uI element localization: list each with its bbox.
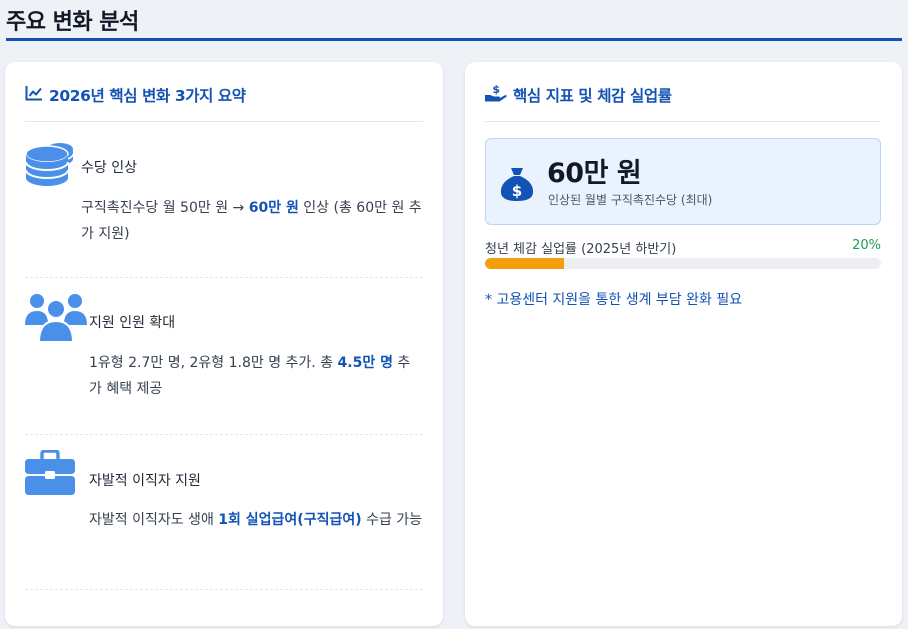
highlight-value: 60만 원 <box>248 200 299 216</box>
allowance-stat-box: $ 60만 원 인상된 월별 구직촉진수당 (최대) <box>485 138 881 225</box>
summary-item-description: 1유형 2.7만 명, 2유형 1.8만 명 추가. 총 4.5만 명 추가 혜… <box>89 355 411 397</box>
summary-item-recipients: 지원 인원 확대 1유형 2.7만 명, 2유형 1.8만 명 추가. 총 4.… <box>25 292 423 432</box>
highlight-value: 4.5만 명 <box>337 355 393 371</box>
chart-line-icon <box>25 85 43 105</box>
summary-heading: 2026년 핵심 변화 3가지 요약 <box>25 84 425 106</box>
users-icon <box>25 292 87 346</box>
summary-item-name: 자발적 이직자 지원 <box>89 473 201 489</box>
title-divider <box>6 38 902 41</box>
footnote: * 고용센터 지원을 통한 생계 부담 완화 필요 <box>485 292 743 308</box>
money-bag-icon: $ <box>500 167 534 205</box>
indicators-heading-text: 핵심 지표 및 체감 실업률 <box>513 87 672 105</box>
progress-value: 20% <box>852 238 881 253</box>
page-title: 주요 변화 분석 <box>6 10 139 35</box>
progress-bar <box>485 258 881 269</box>
svg-text:$: $ <box>492 84 499 96</box>
summary-item-name: 지원 인원 확대 <box>89 315 176 331</box>
item-divider <box>25 277 423 278</box>
svg-text:$: $ <box>512 182 522 200</box>
summary-item-description: 구직촉진수당 월 50만 원 → 60만 원 인상 (총 60만 원 추가 지원… <box>81 200 422 242</box>
indicators-heading: $ 핵심 지표 및 체감 실업률 <box>485 83 881 106</box>
summary-heading-text: 2026년 핵심 변화 3가지 요약 <box>49 87 246 105</box>
progress-label: 청년 체감 실업률 (2025년 하반기) <box>485 242 677 257</box>
hand-holding-dollar-icon: $ <box>485 83 507 106</box>
summary-item-allowance: 수당 인상 구직촉진수당 월 50만 원 → 60만 원 인상 (총 60만 원… <box>25 137 423 267</box>
indicators-card: $ 핵심 지표 및 체감 실업률 $ 60만 원 인상된 월별 구직촉진수당 (… <box>465 62 902 626</box>
highlight-value: 1회 실업급여(구직급여) <box>218 512 362 528</box>
summary-card: 2026년 핵심 변화 3가지 요약 수당 인상 구직촉진수당 월 50만 원 … <box>5 62 443 626</box>
summary-heading-divider <box>25 121 423 122</box>
stat-label: 인상된 월별 구직촉진수당 (최대) <box>548 193 713 207</box>
indicators-heading-divider <box>485 121 881 122</box>
stat-value: 60만 원 <box>547 158 642 189</box>
progress-bar-fill <box>485 258 565 269</box>
briefcase-icon <box>25 449 75 500</box>
summary-item-description: 자발적 이직자도 생애 1회 실업급여(구직급여) 수급 가능 <box>89 512 423 528</box>
item-divider <box>25 434 423 435</box>
summary-item-voluntary-quit: 자발적 이직자 지원 자발적 이직자도 생애 1회 실업급여(구직급여) 수급 … <box>25 449 423 590</box>
coins-icon <box>25 137 75 193</box>
summary-item-name: 수당 인상 <box>81 160 137 176</box>
item-divider <box>25 589 423 590</box>
